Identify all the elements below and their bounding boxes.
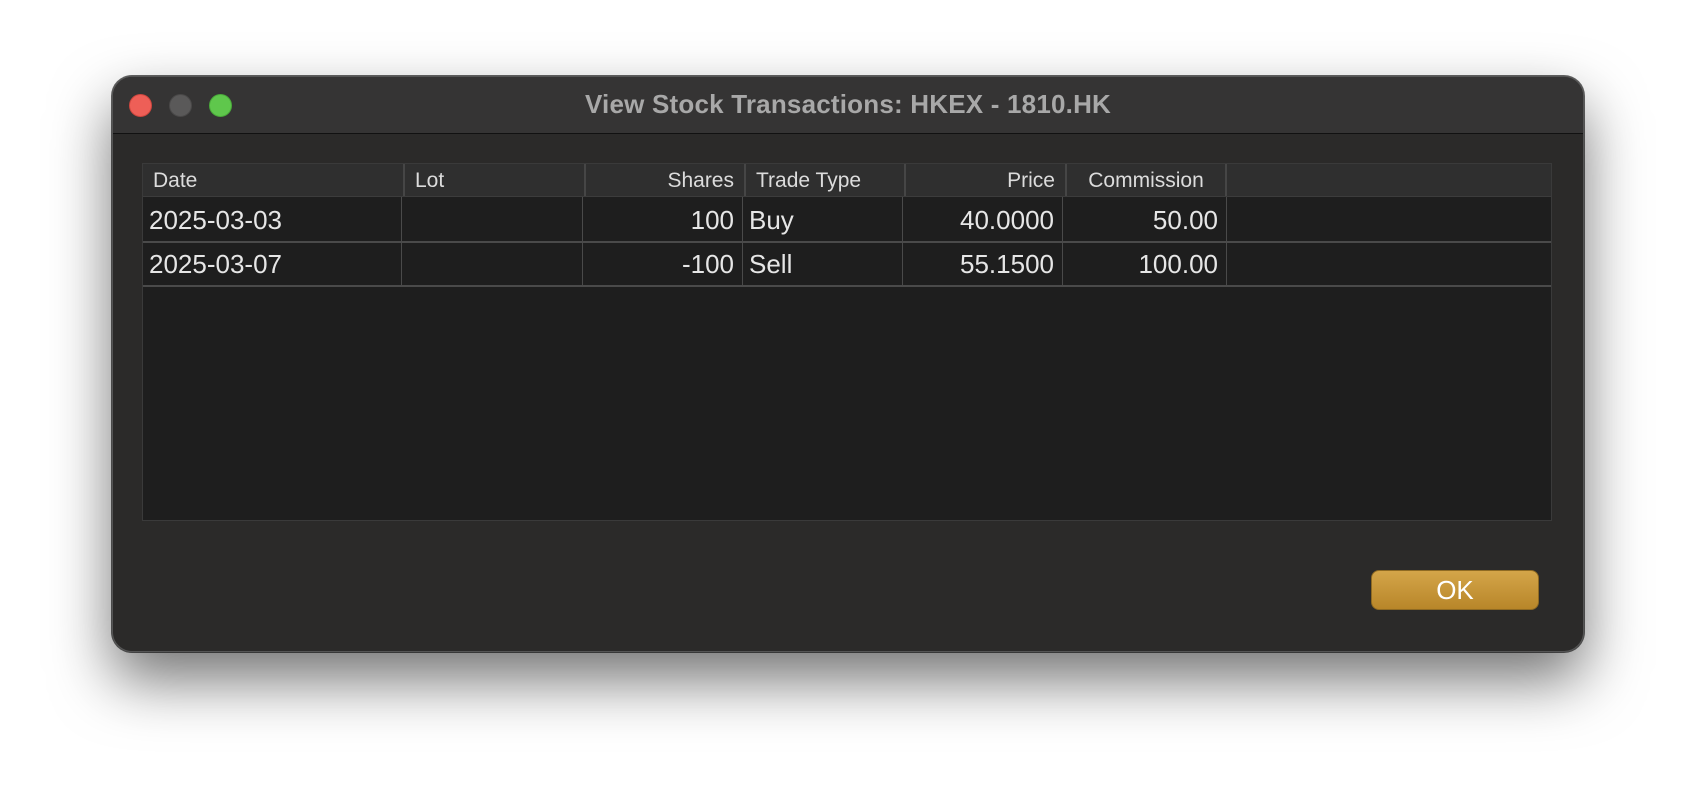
cell-lot [402,197,583,241]
cell-commission: 100.00 [1063,241,1227,285]
column-header-shares[interactable]: Shares [586,164,746,196]
column-header-price[interactable]: Price [906,164,1067,196]
cell-trade-type: Sell [743,241,903,285]
table-row[interactable]: 2025-03-07 -100 Sell 55.1500 100.00 [143,241,1551,287]
column-header-trade-type[interactable]: Trade Type [746,164,906,196]
cell-commission: 50.00 [1063,197,1227,241]
column-header-commission[interactable]: Commission [1067,164,1227,196]
cell-date: 2025-03-03 [143,197,402,241]
transactions-table: Date Lot Shares Trade Type Price Commiss… [142,163,1552,521]
ok-button[interactable]: OK [1371,570,1539,610]
table-row[interactable]: 2025-03-03 100 Buy 40.0000 50.00 [143,197,1551,243]
column-header-lot[interactable]: Lot [405,164,586,196]
window-title: View Stock Transactions: HKEX - 1810.HK [584,89,1112,119]
cell-price: 40.0000 [903,197,1063,241]
column-header-date[interactable]: Date [143,164,405,196]
table-header: Date Lot Shares Trade Type Price Commiss… [143,164,1551,197]
transactions-window: View Stock Transactions: HKEX - 1810.HK … [112,76,1584,652]
cell-trade-type: Buy [743,197,903,241]
title-bar: View Stock Transactions: HKEX - 1810.HK [113,77,1583,134]
cell-date: 2025-03-07 [143,241,402,285]
cell-shares: -100 [583,241,743,285]
cell-shares: 100 [583,197,743,241]
cell-price: 55.1500 [903,241,1063,285]
cell-lot [402,241,583,285]
